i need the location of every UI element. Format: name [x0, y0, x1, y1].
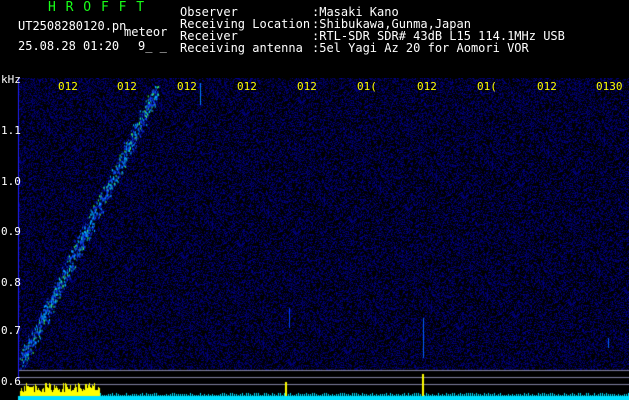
program-title: H R O F F T: [48, 0, 146, 15]
spectrogram-canvas: [0, 78, 629, 400]
info-value-antenna: :5el Yagi Az 20 for Aomori VOR: [312, 41, 529, 55]
file-name: UT2508280120.pn: [18, 19, 127, 33]
time-tick-label: 01(: [477, 80, 497, 93]
freq-tick-label: 0.8: [1, 276, 21, 289]
freq-tick-label: 1.1: [1, 124, 21, 137]
time-tick-label: 012: [117, 80, 137, 93]
freq-tick-label: 0.6: [1, 375, 21, 388]
time-tick-label: 012: [58, 80, 78, 93]
time-tick-label: 0130: [596, 80, 623, 93]
time-tick-label: 012: [177, 80, 197, 93]
time-tick-label: 012: [237, 80, 257, 93]
info-label-antenna: Receiving antenna: [180, 41, 303, 55]
marker: 9_ _: [138, 39, 167, 53]
time-tick-label: 012: [537, 80, 557, 93]
freq-tick-label: 0.7: [1, 324, 21, 337]
mode-label: meteor: [124, 25, 168, 39]
header-panel: H R O F F T UT2508280120.pn meteor 25.08…: [0, 0, 629, 78]
freq-tick-label: 1.0: [1, 175, 21, 188]
time-tick-label: 012: [417, 80, 437, 93]
freq-unit-label: kHz: [1, 73, 21, 86]
time-tick-label: 01(: [357, 80, 377, 93]
time-tick-label: 012: [297, 80, 317, 93]
datetime: 25.08.28 01:20: [18, 39, 120, 53]
freq-tick-label: 0.9: [1, 225, 21, 238]
